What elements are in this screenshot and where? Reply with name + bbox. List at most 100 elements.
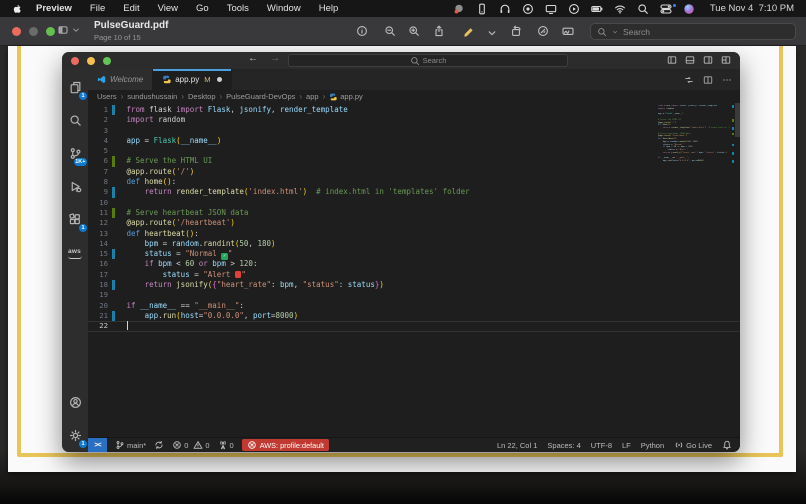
problems-item[interactable]: 0 0: [172, 440, 209, 450]
sync-item[interactable]: [154, 440, 164, 450]
broadcast-icon: [674, 440, 684, 450]
headphones-icon[interactable]: [499, 3, 511, 15]
activity-extensions[interactable]: 1: [62, 203, 88, 236]
zoom-button[interactable]: [46, 27, 55, 36]
account-icon: [69, 396, 82, 409]
encoding[interactable]: UTF-8: [591, 441, 612, 450]
tab-welcome[interactable]: Welcome: [88, 69, 153, 90]
code-text: status = "Normal ✓": [127, 249, 233, 260]
layout-panel-icon[interactable]: [685, 55, 695, 65]
line-number: 10: [88, 198, 108, 208]
menu-item-tools[interactable]: Tools: [227, 3, 249, 14]
breadcrumb-item[interactable]: Users: [97, 92, 117, 101]
close-button[interactable]: [71, 57, 79, 65]
code-line: 5: [88, 146, 650, 156]
layout-sidebar-left-icon[interactable]: [667, 55, 677, 65]
spotlight-icon[interactable]: [637, 3, 649, 15]
siri-icon[interactable]: [683, 3, 695, 15]
zoom-button[interactable]: [103, 57, 111, 65]
apple-menu-icon[interactable]: [12, 4, 22, 14]
preview-window-controls: [12, 27, 55, 36]
control-center-icon[interactable]: [660, 3, 672, 15]
chevron-down-icon[interactable]: [71, 25, 81, 35]
desktop: Preview File Edit View Go Tools Window Help Tu…: [0, 0, 806, 504]
battery-icon[interactable]: [591, 3, 603, 15]
menu-item-file[interactable]: File: [90, 3, 105, 14]
breadcrumb-item[interactable]: sundushussain: [127, 92, 177, 101]
display-icon[interactable]: [545, 3, 557, 15]
ports-item[interactable]: 0: [218, 440, 234, 450]
play-circle-icon[interactable]: [568, 3, 580, 15]
form-fill-icon[interactable]: [562, 25, 574, 37]
menu-item-help[interactable]: Help: [319, 3, 339, 14]
forward-arrow-icon[interactable]: →: [270, 53, 280, 64]
line-number: 6: [88, 156, 108, 166]
search-icon: [410, 56, 420, 66]
eol[interactable]: LF: [622, 441, 631, 450]
menu-item-go[interactable]: Go: [196, 3, 209, 14]
rotate-icon[interactable]: [510, 25, 522, 37]
menu-item-edit[interactable]: Edit: [123, 3, 139, 14]
search-icon: [69, 114, 82, 127]
vscode-search-box[interactable]: Search: [288, 54, 568, 67]
more-actions-icon[interactable]: [722, 75, 732, 85]
macos-menu-bar: Preview File Edit View Go Tools Window Help Tu…: [0, 0, 806, 17]
aws-profile-badge[interactable]: AWS: profile:default: [242, 439, 329, 451]
code-line: 19: [88, 290, 650, 300]
python-icon: [329, 93, 337, 101]
menu-clock[interactable]: Tue Nov 4 7:10 PM: [710, 3, 794, 14]
preview-search-field[interactable]: Search: [590, 23, 796, 40]
breadcrumb-item[interactable]: Desktop: [188, 92, 216, 101]
tab-app-py[interactable]: app.pyM: [153, 69, 232, 90]
info-icon[interactable]: [356, 25, 368, 37]
menu-item-window[interactable]: Window: [267, 3, 301, 14]
activity-aws[interactable]: aws: [62, 236, 88, 269]
status-bar: >< main* 0 0: [88, 437, 740, 452]
breadcrumb-item[interactable]: PulseGuard-DevOps: [226, 92, 295, 101]
line-number: 15: [88, 249, 108, 259]
preview-toolbar: PulseGuard.pdf Page 10 of 15 Search: [0, 17, 806, 46]
open-changes-icon[interactable]: [684, 75, 694, 85]
layout-custom-icon[interactable]: [721, 55, 731, 65]
screen-record-icon[interactable]: [522, 3, 534, 15]
chevron-down-icon[interactable]: [486, 27, 498, 39]
notifications-item[interactable]: [722, 440, 732, 450]
zoom-out-icon[interactable]: [384, 25, 396, 37]
minimap[interactable]: from flask import Flask, jsonify, render…: [658, 105, 730, 167]
activity-account[interactable]: [62, 386, 88, 419]
indentation[interactable]: Spaces: 4: [547, 441, 580, 450]
sidebar-toggle-icon[interactable]: [58, 25, 68, 35]
share-icon[interactable]: [433, 25, 445, 37]
search-placeholder: Search: [623, 27, 650, 37]
split-editor-icon[interactable]: [703, 75, 713, 85]
go-live-item[interactable]: Go Live: [674, 440, 712, 450]
activity-explorer[interactable]: 1: [62, 71, 88, 104]
language-mode[interactable]: Python: [641, 441, 664, 450]
git-branch-item[interactable]: main*: [115, 440, 146, 450]
activity-search[interactable]: [62, 104, 88, 137]
annotate-icon[interactable]: [537, 25, 549, 37]
menu-app-name[interactable]: Preview: [36, 3, 72, 14]
back-arrow-icon[interactable]: ←: [248, 53, 258, 64]
dirty-dot[interactable]: [217, 77, 222, 82]
layout-sidebar-right-icon[interactable]: [703, 55, 713, 65]
minimize-button[interactable]: [87, 57, 95, 65]
close-button[interactable]: [12, 27, 21, 36]
editor-area[interactable]: 1from flask import Flask, jsonify, rende…: [88, 103, 740, 437]
activity-run-debug[interactable]: [62, 170, 88, 203]
scrollbar[interactable]: [735, 103, 740, 137]
code-text: import random: [127, 115, 186, 125]
cursor-position[interactable]: Ln 22, Col 1: [497, 441, 537, 450]
remote-indicator[interactable]: ><: [88, 438, 107, 453]
activity-source-control[interactable]: 1K+: [62, 137, 88, 170]
zoom-in-icon[interactable]: [408, 25, 420, 37]
device-icon[interactable]: [476, 3, 488, 15]
wifi-icon[interactable]: [614, 3, 626, 15]
menu-item-view[interactable]: View: [158, 3, 178, 14]
markup-pen-icon[interactable]: [463, 25, 475, 37]
breadcrumb-item[interactable]: app.py: [329, 92, 363, 101]
activity-settings[interactable]: 1: [62, 419, 88, 452]
screen-share-icon[interactable]: [453, 3, 465, 15]
minimize-button[interactable]: [29, 27, 38, 36]
breadcrumb-item[interactable]: app: [306, 92, 319, 101]
